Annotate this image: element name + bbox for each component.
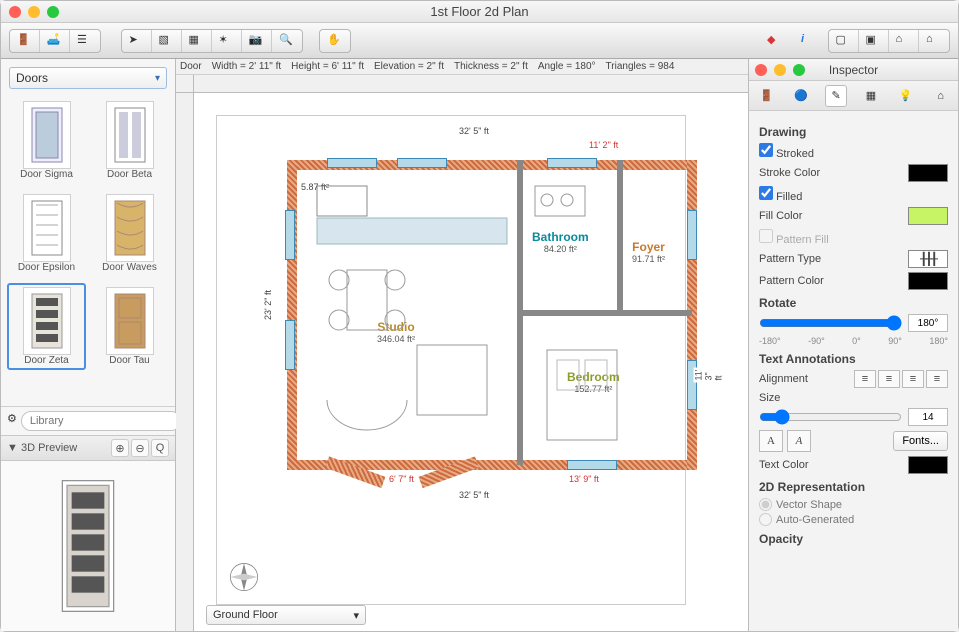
preview-label: 3D Preview [21,442,77,454]
inspector-tab-object[interactable]: 🚪 [755,85,777,107]
room-tool[interactable]: ▦ [182,30,212,52]
rep-auto-radio [759,513,772,526]
text-color-swatch[interactable] [908,456,948,474]
inspector-title: Inspector [749,63,958,77]
library-item-label: Door Epsilon [18,262,75,273]
section-2d-rep: 2D Representation [759,480,948,494]
floor-select[interactable]: Ground Floor ▾ [206,605,366,625]
inspector-tab-light[interactable]: 💡 [895,85,917,107]
room-sub-area: 67.07 ft² [387,220,420,230]
preview-zoom-out[interactable]: ⊖ [131,439,149,457]
fonts-button[interactable]: Fonts... [893,431,948,451]
fill-color-swatch[interactable] [908,207,948,225]
rotate-value[interactable] [908,314,948,332]
canvas[interactable]: Studio 346.04 ft² 67.07 ft² Bathroom 84.… [176,75,748,631]
section-drawing: Drawing [759,125,948,139]
mode-furniture-button[interactable]: 🚪 [10,30,40,52]
ruler-horizontal [194,75,748,93]
library-item-label: Door Zeta [24,355,68,366]
compass-icon [227,560,261,594]
inspector-tab-text[interactable]: ▦ [860,85,882,107]
mode-seating-button[interactable]: 🛋️ [40,30,70,52]
section-opacity: Opacity [759,532,948,546]
drawing-page: Studio 346.04 ft² 67.07 ft² Bathroom 84.… [216,115,686,605]
library-item-label: Door Beta [107,169,152,180]
library-item[interactable]: Door Zeta [7,283,86,370]
inspector-tab-material[interactable]: 🔵 [790,85,812,107]
rep-vector-radio [759,498,772,511]
render-button[interactable]: ◆ [760,30,790,52]
titlebar: 1st Floor 2d Plan [1,1,958,23]
style-italic[interactable]: A [787,430,811,452]
library-item[interactable]: Door Sigma [7,97,86,184]
library-panel: Doors ▾ Door Sigma Door Beta Door Epsilon D… [1,59,176,631]
stroked-checkbox[interactable] [759,143,773,157]
chevron-down-icon: ▾ [155,73,160,84]
room-studio-area: 346.04 ft² [377,334,415,344]
align-center[interactable]: ≡ [878,370,900,388]
main-toolbar: 🚪 🛋️ ☰ ➤ ▧ ▦ ✶ 📷 🔍 ✋ ◆ i ▢ ▣ ⌂ ⌂ [1,23,958,59]
pattern-color-swatch[interactable] [908,272,948,290]
select-tool[interactable]: ➤ [122,30,152,52]
floor-select-label: Ground Floor [213,609,278,621]
fontsize-value[interactable] [908,408,948,426]
canvas-area: Door Width = 2' 11" ft Height = 6' 11" f… [176,59,748,631]
align-left[interactable]: ≡ [854,370,876,388]
style-regular[interactable]: A [759,430,783,452]
view-3d-button[interactable]: ▣ [859,30,889,52]
stroke-color-swatch[interactable] [908,164,948,182]
chevron-down-icon: ▾ [353,609,359,622]
mode-list-button[interactable]: ☰ [70,30,100,52]
room-bedroom-area: 152.77 ft² [567,384,620,394]
rotate-slider[interactable] [759,315,902,331]
inspector-tab-house[interactable]: ⌂ [930,85,952,107]
room-bathroom-label: Bathroom [532,230,589,244]
patternfill-checkbox [759,229,773,243]
object-info-bar: Door Width = 2' 11" ft Height = 6' 11" f… [176,59,748,75]
measure-tool[interactable]: ✶ [212,30,242,52]
section-text-ann: Text Annotations [759,352,948,366]
preview-zoom-fit[interactable]: Q [151,439,169,457]
align-right[interactable]: ≡ [902,370,924,388]
library-category-select[interactable]: Doors ▾ [9,67,167,89]
view-roof-button[interactable]: ⌂ [919,30,949,52]
room-bedroom-label: Bedroom [567,370,620,384]
view-2d-button[interactable]: ▢ [829,30,859,52]
view-elevation-button[interactable]: ⌂ [889,30,919,52]
library-item-label: Door Tau [109,355,149,366]
room-foyer-area: 91.71 ft² [632,254,665,264]
library-category-label: Doors [16,71,48,85]
align-justify[interactable]: ≡ [926,370,948,388]
inspector-panel: Inspector 🚪 🔵 ✎ ▦ 💡 ⌂ Drawing Stroked St… [748,59,958,631]
zoom-tool[interactable]: 🔍 [272,30,302,52]
room-studio-label: Studio [377,320,414,334]
fontsize-slider[interactable] [759,409,902,425]
preview-zoom-in[interactable]: ⊕ [111,439,129,457]
preview-3d[interactable] [1,461,175,631]
camera-tool[interactable]: 📷 [242,30,272,52]
section-rotate: Rotate [759,296,948,310]
gear-icon[interactable]: ⚙ [7,412,17,430]
room-foyer-label: Foyer [632,240,665,254]
pan-tool[interactable]: ✋ [320,30,350,52]
library-item[interactable]: Door Waves [90,190,169,277]
room-bathroom-area: 84.20 ft² [532,244,589,254]
library-item[interactable]: Door Epsilon [7,190,86,277]
ruler-vertical [176,93,194,631]
library-search-input[interactable] [21,411,181,431]
inspector-tab-2d[interactable]: ✎ [825,85,847,107]
filled-checkbox[interactable] [759,186,773,200]
library-item[interactable]: Door Tau [90,283,169,370]
library-item-label: Door Waves [102,262,157,273]
pattern-type-swatch[interactable]: ╂╂╂ [908,250,948,268]
info-button[interactable]: i [794,30,824,52]
window-title: 1st Floor 2d Plan [1,4,958,19]
library-item-label: Door Sigma [20,169,73,180]
library-item[interactable]: Door Beta [90,97,169,184]
wall-tool[interactable]: ▧ [152,30,182,52]
